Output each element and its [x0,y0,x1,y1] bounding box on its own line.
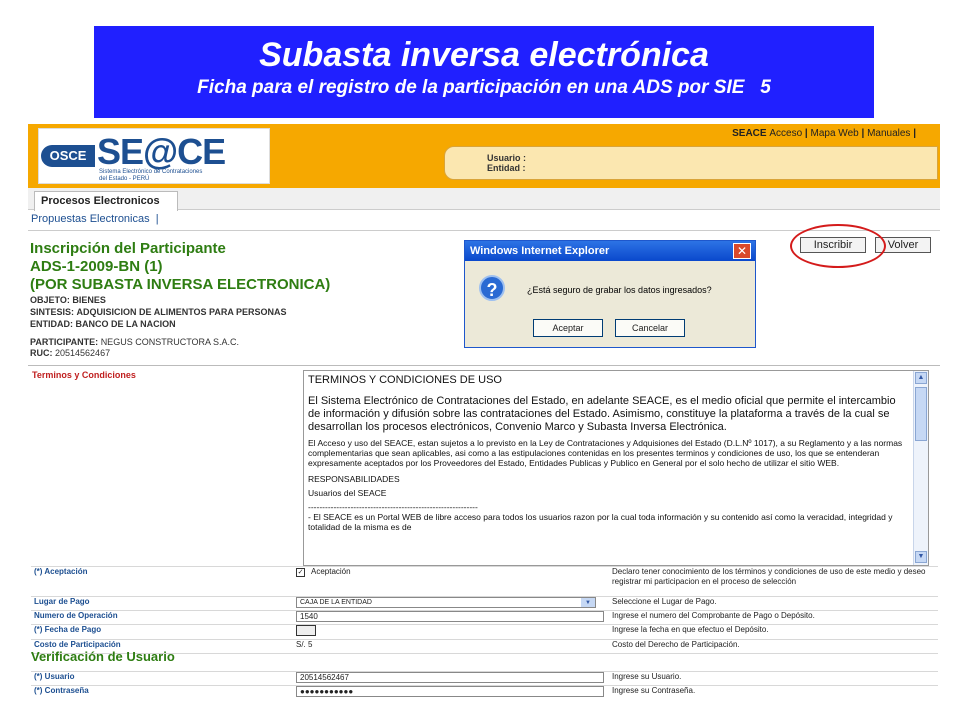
slide-title: Subasta inversa electrónica [259,36,709,74]
scrollbar[interactable]: ▲ ▼ [913,371,928,565]
slide-banner: Subasta inversa electrónica Ficha para e… [94,26,874,118]
usuario-help: Ingrese su Usuario. [609,671,938,686]
aceptacion-label: (*) Aceptación [31,566,293,597]
user-info-box: Usuario : Entidad : [444,146,938,180]
terms-content: TERMINOS Y CONDICIONES DE USO El Sistema… [308,374,908,536]
process-header: Inscripción del Participante ADS-1-2009-… [30,240,330,294]
slide-number: 5 [760,77,771,98]
scroll-up-icon[interactable]: ▲ [915,372,927,384]
password-label: (*) Contraseña [31,685,293,700]
scroll-down-icon[interactable]: ▼ [915,551,927,563]
cancelar-button[interactable]: Cancelar [615,319,685,337]
tab-row: Procesos Electronicos [28,188,940,211]
divider [28,365,940,366]
terms-label: Terminos y Condiciones [32,370,136,380]
costo-help: Costo del Derecho de Participación. [609,639,938,654]
subnav-propuestas[interactable]: Propuestas Electronicas | [31,213,159,225]
close-icon[interactable]: ✕ [733,243,751,259]
terms-subheading: Usuarios del SEACE [308,488,387,498]
seace-logo: OSCE SE@CE Sistema Electrónico de Contra… [38,128,270,184]
lugar-select[interactable]: CAJA DE LA ENTIDAD ▼ [296,597,596,608]
process-code: ADS-1-2009-BN (1) [30,258,163,275]
operacion-help: Ingrese el numero del Comprobante de Pag… [609,610,938,625]
terms-separator: ----------------------------------------… [308,502,478,512]
form-row-password: (*) Contraseña ●●●●●●●●●●● Ingrese su Co… [31,685,938,700]
seace-link-label: SEACE [732,128,767,139]
terms-section-heading: RESPONSABILIDADES [308,474,400,484]
operacion-input[interactable]: 1540 [296,611,604,622]
process-meta: OBJETO: BIENES SINTESIS: ADQUISICION DE … [30,295,287,329]
terms-textarea[interactable]: TERMINOS Y CONDICIONES DE USO El Sistema… [303,370,929,566]
lugar-help: Seleccione el Lugar de Pago. [609,596,938,611]
acceso-link[interactable]: Acceso [769,128,802,139]
lugar-label: Lugar de Pago [31,596,293,611]
mapa-web-link[interactable]: Mapa Web [811,128,859,139]
calendar-icon[interactable] [296,625,316,636]
form-row-lugar: Lugar de Pago CAJA DE LA ENTIDAD ▼ Selecc… [31,596,938,611]
question-icon: ? [479,275,505,301]
usuario-label: (*) Usuario [31,671,293,686]
password-input[interactable]: ●●●●●●●●●●● [296,686,604,697]
fecha-help: Ingrese la fecha en que efectuo el Depós… [609,624,938,640]
form-row-usuario: (*) Usuario 20514562467 Ingrese su Usuar… [31,671,938,686]
aceptacion-check-label: Aceptación [311,567,351,576]
scroll-thumb[interactable] [915,387,927,441]
operacion-label: Numero de Operación [31,610,293,625]
terms-heading: TERMINOS Y CONDICIONES DE USO [308,374,502,386]
password-help: Ingrese su Contraseña. [609,685,938,700]
chevron-down-icon[interactable]: ▼ [581,598,595,607]
dialog-message: ¿Está seguro de grabar los datos ingresa… [527,285,712,295]
tab-procesos-electronicos[interactable]: Procesos Electronicos [34,191,178,211]
aceptar-button[interactable]: Aceptar [533,319,603,337]
dialog-title: Windows Internet Explorer [465,241,755,261]
form-row-aceptacion: (*) Aceptación ✓ Aceptación Declaro tener… [31,566,938,597]
manuales-link[interactable]: Manuales [867,128,910,139]
aceptacion-help: Declaro tener conocimiento de los términ… [609,566,938,597]
registration-form: (*) Aceptación ✓ Aceptación Declaro tener… [31,566,938,700]
top-links: SEACE Acceso | Mapa Web | Manuales | [732,128,916,139]
usuario-input[interactable]: 20514562467 [296,672,604,683]
aceptacion-cell: ✓ Aceptación [293,566,609,597]
logo-subtitle: Sistema Electrónico de Contrataciones de… [99,169,203,182]
seace-wordmark: SE@CE [97,131,226,172]
osce-badge: OSCE [41,145,95,167]
costo-value: S/. 5 [293,639,609,654]
page-title: Inscripción del Participante [30,240,226,257]
process-type: (POR SUBASTA INVERSA ELECTRONICA) [30,276,331,293]
form-row-operacion: Numero de Operación 1540 Ingrese el nume… [31,610,938,625]
form-row-fecha: (*) Fecha de Pago Ingrese la fecha en qu… [31,624,938,640]
aceptacion-checkbox[interactable]: ✓ [296,568,305,577]
entity-label: Entidad : [487,163,526,173]
participant-info: PARTICIPANTE: NEGUS CONSTRUCTORA S.A.C. … [30,337,240,358]
user-label: Usuario : [487,153,527,163]
confirm-dialog: Windows Internet Explorer ✕ ? ¿Está segu… [464,240,756,348]
fecha-label: (*) Fecha de Pago [31,624,293,640]
slide-subtitle: Ficha para el registro de la participaci… [197,77,771,98]
terms-paragraph: El Sistema Electrónico de Contrataciones… [308,395,896,433]
highlight-circle [790,224,886,268]
top-bar: OSCE SE@CE Sistema Electrónico de Contra… [28,124,940,188]
terms-paragraph: El Acceso y uso del SEACE, estan sujetos… [308,438,903,468]
terms-bullet: - El SEACE es un Portal WEB de libre acc… [308,512,893,532]
verification-heading: Verificación de Usuario [31,649,175,664]
seace-screenshot: OSCE SE@CE Sistema Electrónico de Contra… [28,124,940,709]
